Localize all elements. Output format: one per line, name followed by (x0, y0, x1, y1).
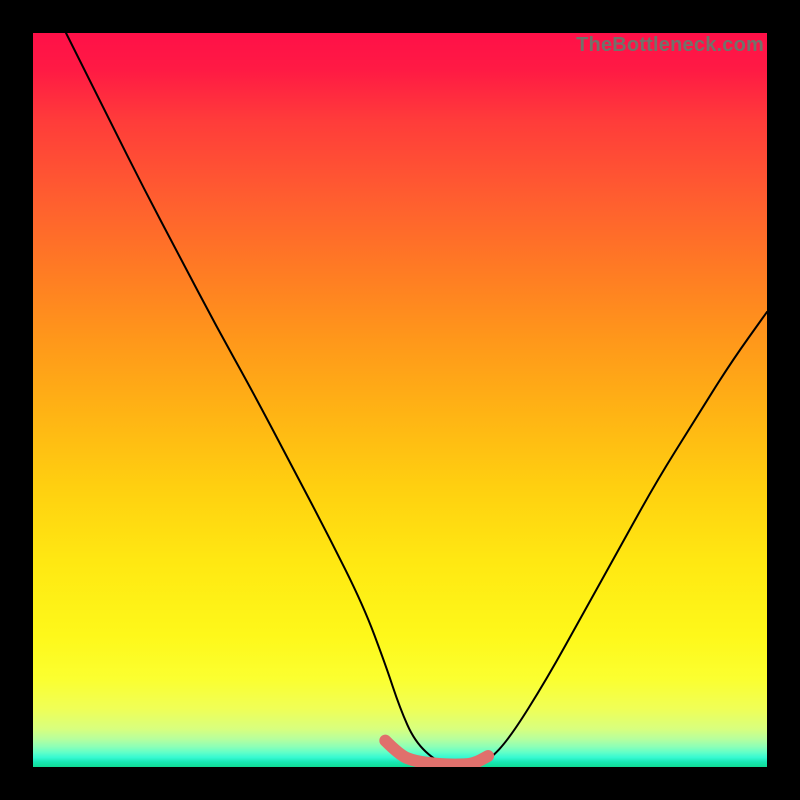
watermark-text: TheBottleneck.com (576, 34, 764, 57)
chart-container: TheBottleneck.com (0, 0, 800, 800)
bottleneck-valley-highlight (385, 741, 488, 765)
bottleneck-curve (66, 33, 767, 766)
plot-area (33, 33, 767, 767)
curve-svg (33, 33, 767, 767)
